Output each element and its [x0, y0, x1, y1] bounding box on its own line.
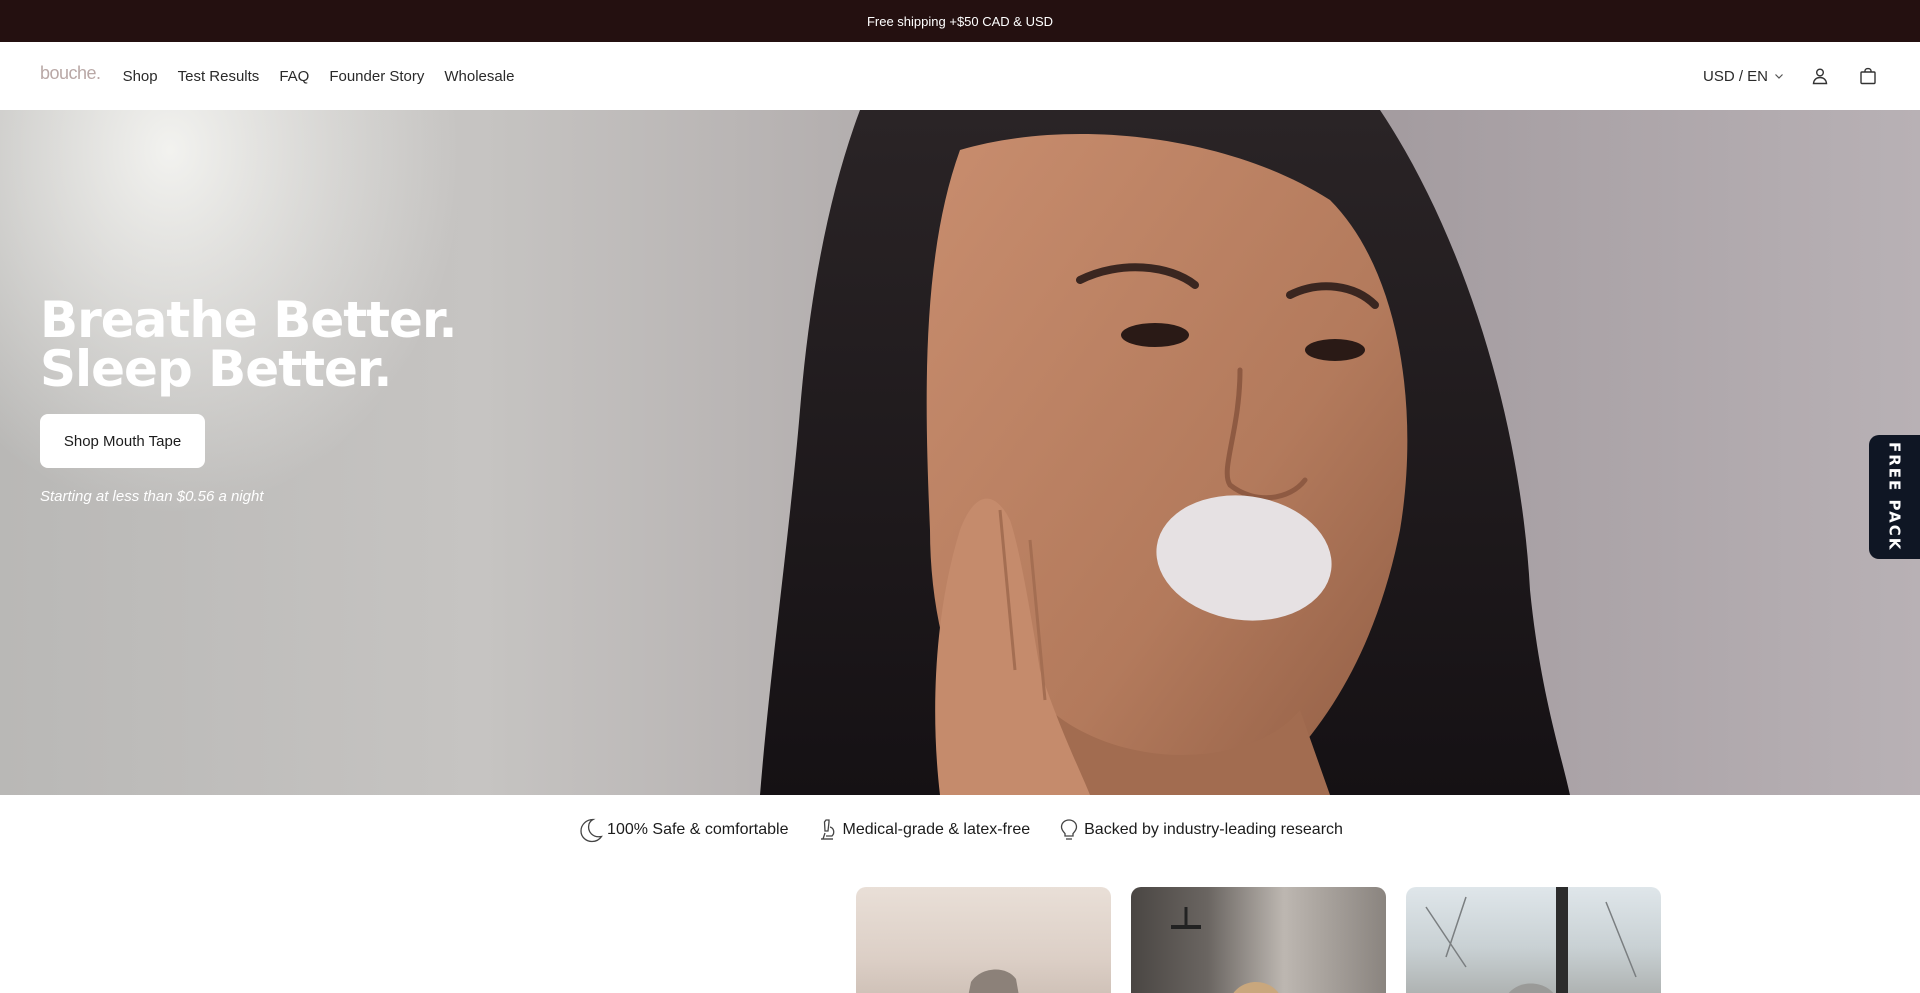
lightbulb-icon: [1060, 819, 1078, 840]
announcement-text: Free shipping +$50 CAD & USD: [866, 13, 1054, 29]
chevron-down-icon: [1775, 74, 1783, 79]
video-card-3[interactable]: [1406, 887, 1661, 993]
bag-icon: [1860, 67, 1876, 85]
card-image: [1425, 887, 1637, 993]
nav-faq[interactable]: FAQ: [279, 68, 309, 85]
feature-medical-grade: Medical-grade & latex-free: [816, 818, 1030, 842]
feature-research: Backed by industry-leading research: [1058, 818, 1343, 842]
microscope-icon: [821, 819, 835, 840]
features-strip: 100% Safe & comfortable Medical-grade & …: [0, 795, 1920, 865]
nav-wholesale[interactable]: Wholesale: [444, 68, 514, 85]
card-image: [968, 969, 1019, 993]
header-actions: USD / EN: [1703, 64, 1880, 88]
hero-content: Breathe Better. Sleep Better. Shop Mouth…: [40, 291, 457, 505]
video-card-1[interactable]: [856, 887, 1111, 993]
account-button[interactable]: [1808, 64, 1832, 88]
card-image: [1171, 907, 1279, 993]
nav-founder-story[interactable]: Founder Story: [329, 68, 424, 85]
hero-price-note: Starting at less than $0.56 a night: [40, 488, 264, 505]
hero-title-line1: Breathe Better.: [40, 291, 457, 349]
hero-title: Breathe Better. Sleep Better.: [40, 291, 457, 398]
cart-button[interactable]: [1856, 64, 1880, 88]
main-nav: Shop Test Results FAQ Founder Story Whol…: [123, 68, 515, 85]
site-header: bouche. Shop Test Results FAQ Founder St…: [0, 42, 1920, 110]
free-pack-tab[interactable]: FREE PACK: [1869, 435, 1920, 559]
hero-title-line2: Sleep Better.: [40, 340, 392, 398]
nav-shop[interactable]: Shop: [123, 68, 158, 85]
nav-test-results[interactable]: Test Results: [178, 68, 260, 85]
currency-label: USD / EN: [1702, 67, 1768, 85]
hero-banner: Breathe Better. Sleep Better. Shop Mouth…: [0, 110, 1920, 795]
currency-selector[interactable]: USD / EN: [1703, 68, 1784, 85]
moon-icon: [580, 818, 603, 843]
feature-research-label: Backed by industry-leading research: [1084, 821, 1343, 838]
user-icon: [1812, 68, 1828, 85]
announcement-bar: Free shipping +$50 CAD & USD: [0, 0, 1920, 42]
feature-medical-grade-label: Medical-grade & latex-free: [842, 821, 1031, 838]
shop-mouth-tape-button[interactable]: Shop Mouth Tape: [40, 414, 205, 468]
feature-safe-label: 100% Safe & comfortable: [607, 821, 789, 838]
testimonial-cards: [856, 887, 1661, 993]
feature-safe: 100% Safe & comfortable: [577, 817, 788, 843]
video-card-2[interactable]: [1131, 887, 1386, 993]
logo[interactable]: bouche.: [40, 63, 101, 84]
free-pack-label: FREE PACK: [1885, 442, 1904, 552]
